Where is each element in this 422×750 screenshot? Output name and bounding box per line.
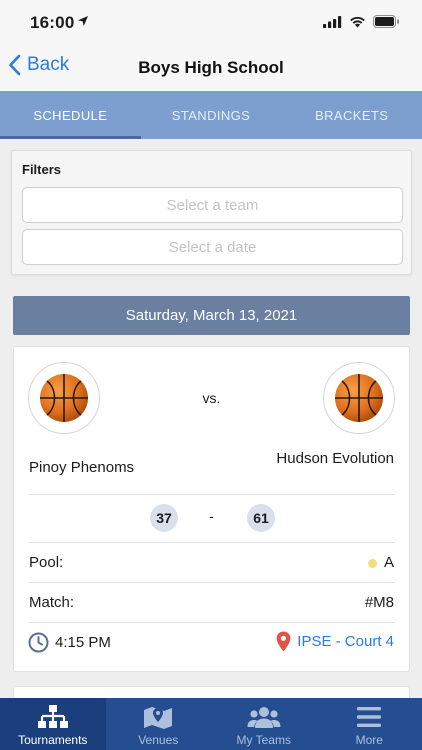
filters-panel: Filters [11,150,412,275]
tab-schedule[interactable]: SCHEDULE [0,91,141,139]
wifi-icon [350,16,365,27]
navigation-bar: Back Boys High School [0,44,422,91]
tabbar-item-more[interactable]: More [317,698,422,750]
tabbar-item-tournaments[interactable]: Tournaments [0,698,106,750]
divider [29,494,394,495]
date-section-header: Saturday, March 13, 2021 [13,296,410,335]
match-number-label: Match: [29,594,75,611]
tab-brackets[interactable]: BRACKETS [281,91,422,139]
map-marker-icon [144,707,173,729]
pool-value: A [383,554,394,571]
match-card[interactable]: vs. Pinoy Phenoms Hudson Evolution 37 - … [13,346,410,672]
basketball-icon [335,374,383,422]
home-team-name: Pinoy Phenoms [29,459,135,476]
status-time: 16:00 [30,13,75,32]
clock-icon [28,632,49,653]
tabbar-label: More [355,733,383,747]
bracket-tree-icon [37,705,68,728]
score-separator: - [209,508,214,524]
tabbar-label: My Teams [236,733,291,747]
date-filter-input[interactable] [22,229,403,265]
pool-color-dot [368,559,377,568]
divider [29,542,394,543]
battery-icon [373,15,399,28]
team-filter-input[interactable] [22,187,403,223]
bottom-tab-bar: Tournaments Venues My Teams More [0,698,422,750]
people-group-icon [247,707,281,728]
venue-link[interactable]: IPSE - Court 4 [276,631,394,652]
match-number-value: #M8 [364,594,394,611]
divider [29,582,394,583]
status-bar: 16:00 [0,0,422,44]
tab-standings[interactable]: STANDINGS [141,91,282,139]
divider [29,622,394,623]
away-team-name: Hudson Evolution [276,450,394,467]
chevron-left-icon [9,54,21,76]
away-team-logo [323,362,395,434]
match-time: 4:15 PM [55,634,111,651]
tabbar-label: Venues [138,733,179,747]
venue-link-label: IPSE - Court 4 [297,633,394,650]
cellular-signal-icon [323,15,342,28]
location-arrow-icon [78,16,88,26]
map-pin-icon [276,631,291,652]
tabbar-item-my-teams[interactable]: My Teams [211,698,317,750]
status-indicators [323,15,400,28]
schedule-tabs: SCHEDULE STANDINGS BRACKETS [0,91,422,139]
away-score-badge: 61 [247,504,275,532]
back-button-label: Back [27,54,70,75]
tabbar-item-venues[interactable]: Venues [106,698,212,750]
pool-label: Pool: [29,554,64,571]
tabbar-label: Tournaments [18,733,88,747]
hamburger-menu-icon [357,707,382,727]
filters-label: Filters [22,162,62,177]
back-button[interactable]: Back [8,54,69,76]
